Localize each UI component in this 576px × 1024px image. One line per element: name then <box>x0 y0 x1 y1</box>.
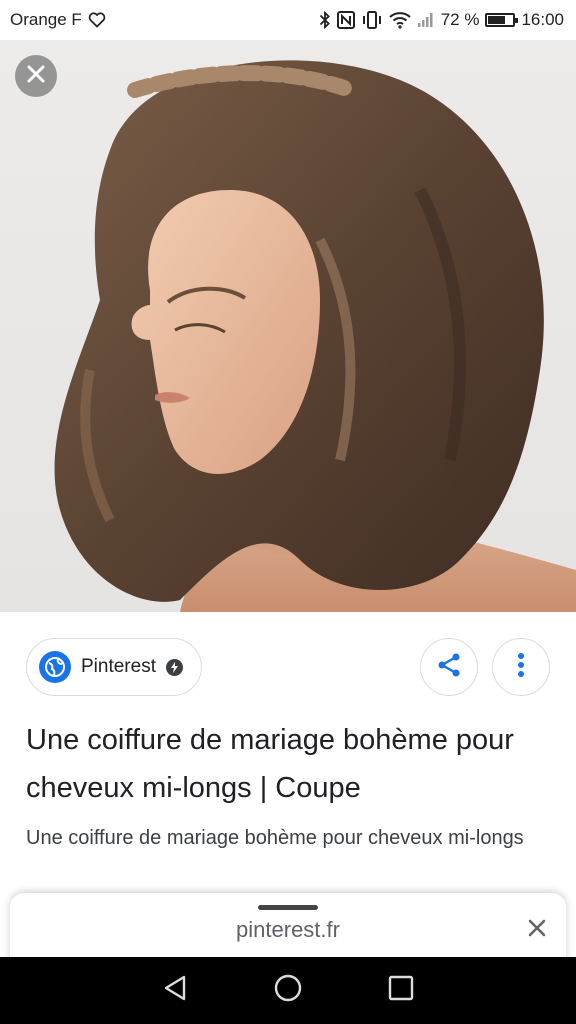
navigation-bar <box>0 957 576 1024</box>
bluetooth-icon <box>319 11 331 29</box>
nfc-icon <box>336 11 355 29</box>
portrait-illustration <box>54 60 576 612</box>
more-vert-icon <box>517 652 525 683</box>
vibrate-icon <box>361 11 383 29</box>
status-right: 72 % 16:00 <box>319 10 564 30</box>
result-title[interactable]: Une coiffure de mariage bohème pour chev… <box>26 716 536 812</box>
close-icon <box>27 65 45 88</box>
recents-square-icon <box>388 975 414 1006</box>
wifi-icon <box>389 11 411 29</box>
sheet-url[interactable]: pinterest.fr <box>10 917 566 943</box>
share-button[interactable] <box>420 638 478 696</box>
close-icon <box>528 919 546 942</box>
more-options-button[interactable] <box>492 638 550 696</box>
close-image-button[interactable] <box>15 55 57 97</box>
back-triangle-icon <box>162 974 188 1007</box>
verified-badge-icon <box>165 658 183 676</box>
source-name: Pinterest <box>81 656 156 677</box>
share-icon <box>436 652 462 683</box>
battery-percent: 72 % <box>440 10 480 29</box>
status-bar: Orange F 72 % 16:00 <box>0 0 576 40</box>
source-row: Pinterest <box>26 638 550 696</box>
battery-level <box>488 16 506 24</box>
result-image[interactable] <box>0 40 576 612</box>
signal-icon <box>417 12 435 28</box>
home-circle-icon <box>273 973 303 1008</box>
heart-outline-icon <box>88 12 106 28</box>
globe-icon <box>39 651 71 683</box>
carrier-name: Orange F <box>10 10 82 29</box>
status-time: 16:00 <box>521 10 564 29</box>
action-group <box>420 638 550 696</box>
status-left: Orange F <box>10 10 106 30</box>
home-button[interactable] <box>268 971 308 1011</box>
sheet-close-button[interactable] <box>522 915 552 945</box>
back-button[interactable] <box>155 971 195 1011</box>
source-chip[interactable]: Pinterest <box>26 638 202 696</box>
result-description: Une coiffure de mariage bohème pour chev… <box>26 827 524 849</box>
drag-handle[interactable] <box>258 905 318 910</box>
recents-button[interactable] <box>381 971 421 1011</box>
battery-icon <box>485 13 519 27</box>
